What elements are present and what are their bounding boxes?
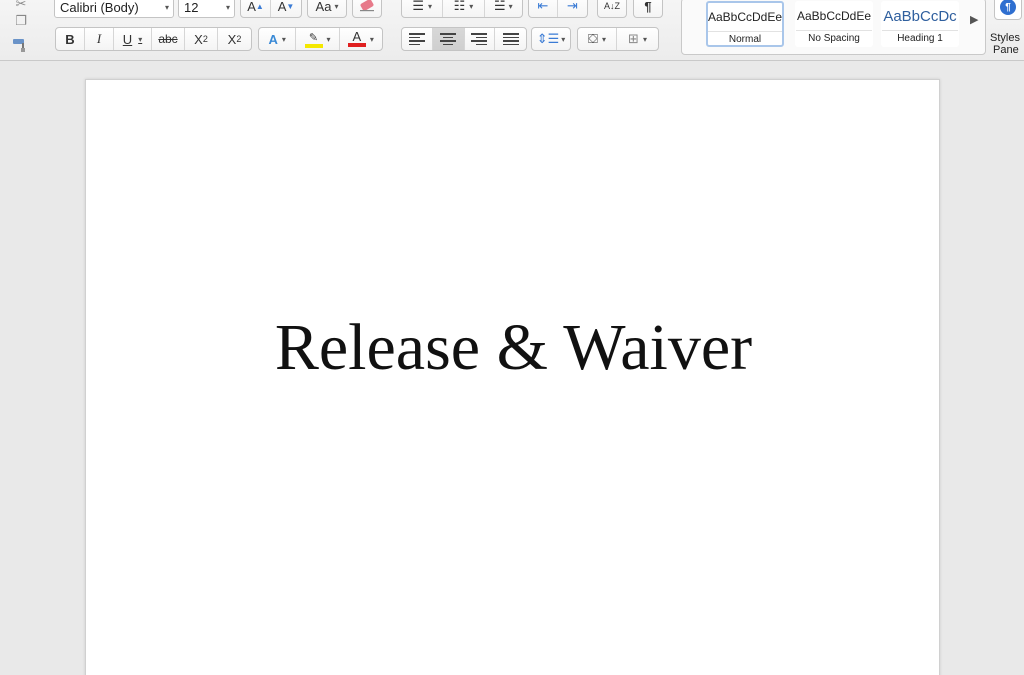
style-no-spacing[interactable]: AaBbCcDdEe No Spacing [795,1,873,47]
highlight-button[interactable]: ✎ ▾ [296,28,340,50]
line-spacing-button[interactable]: ⇕☰ ▾ [531,27,571,51]
increase-indent-button[interactable]: ⇥ [558,0,587,17]
font-size-dropdown[interactable]: 12 ▾ [178,0,235,18]
alignment-buttons [401,27,527,51]
align-right-icon [471,33,488,45]
highlighter-icon: ✎ [304,31,323,48]
subscript-button[interactable]: X2 [185,28,218,50]
shading-button[interactable]: ⛋ ▾ [578,28,618,50]
numbered-list-icon: ☷ [453,0,466,13]
style-preview: AaBbCcDdEe [796,9,872,23]
font-name-dropdown[interactable]: Calibri (Body) ▾ [54,0,174,18]
styles-pane-button[interactable]: ¶ [994,0,1022,20]
style-name: No Spacing [796,30,872,44]
style-preview: AaBbCcDdEe [708,10,782,24]
gallery-next-arrow-icon[interactable]: ▶ [970,13,978,26]
style-preview: AaBbCcDc [883,7,957,25]
ribbon-toolbar: ✂ ❐ Calibri (Body) ▾ 12 ▾ A ▲ A ▼ Aa ▾ B I … [0,0,1024,61]
font-color-buttons: A ▾ ✎ ▾ A ▾ [258,27,383,51]
style-heading-1[interactable]: AaBbCcDc Heading 1 [881,1,959,47]
justify-button[interactable] [495,28,526,50]
shrink-font-button[interactable]: A ▼ [271,0,301,17]
underline-button[interactable]: U ▾ [114,28,152,50]
decrease-indent-button[interactable]: ⇤ [529,0,559,17]
bullets-button[interactable]: ☰ ▾ [402,0,444,17]
align-right-button[interactable] [465,28,496,50]
document-page[interactable]: Release & Waiver [85,79,940,675]
styles-pane-label-line2: Pane [993,44,1019,56]
copy-icon[interactable]: ❐ [10,13,32,29]
subscript-mark: 2 [202,34,208,44]
document-title[interactable]: Release & Waiver [86,310,941,386]
chevron-down-icon: ▾ [225,2,230,12]
grow-font-button[interactable]: A ▲ [241,0,271,17]
list-buttons: ☰ ▾ ☷ ▾ ☱ ▾ [401,0,523,18]
align-left-icon [408,33,425,45]
show-formatting-button[interactable]: ¶ [633,0,663,18]
borders-button[interactable]: ⊞ ▾ [617,28,658,50]
multilevel-list-icon: ☱ [493,0,506,13]
font-style-buttons: B I U ▾ abc X2 X2 [55,27,252,51]
shading-border-buttons: ⛋ ▾ ⊞ ▾ [577,27,659,51]
strikethrough-button[interactable]: abc [152,28,185,50]
increase-indent-icon: ⇥ [567,0,578,13]
eraser-icon [360,0,374,12]
decrease-indent-icon: ⇤ [537,0,549,13]
cut-icon[interactable]: ✂ [10,0,32,12]
styles-gallery: AaBbCcDdEe Normal AaBbCcDdEe No Spacing … [681,0,986,55]
change-case-button[interactable]: Aa ▾ [307,0,347,18]
font-color-letter: A [352,29,362,44]
bold-button[interactable]: B [56,28,85,50]
superscript-icon: X [227,31,237,47]
style-name: Heading 1 [882,30,958,44]
grow-font-icon: A [247,0,256,14]
line-spacing-icon: ⇕☰ [536,31,560,46]
text-effects-icon: A [268,31,278,47]
align-center-icon [440,33,457,45]
styles-pane-icon: ¶ [1000,0,1016,15]
text-effects-button[interactable]: A ▾ [259,28,297,50]
superscript-mark: 2 [236,34,242,44]
sort-icon: A↓Z [603,1,620,11]
format-painter-icon[interactable] [10,37,32,53]
font-color-icon: A [347,29,366,47]
style-normal[interactable]: AaBbCcDdEe Normal [706,1,784,47]
pilcrow-icon: ¶ [644,0,652,14]
indent-buttons: ⇤ ⇥ [528,0,588,18]
subscript-icon: X [194,31,203,47]
style-name: Normal [708,31,782,45]
font-size-value: 12 [184,0,199,15]
underline-icon: U [122,31,133,47]
font-name-value: Calibri (Body) [60,0,139,15]
italic-icon: I [96,31,102,46]
sort-button[interactable]: A↓Z [597,0,627,18]
superscript-button[interactable]: X2 [218,28,251,50]
justify-icon [502,33,519,45]
strikethrough-icon: abc [158,32,178,46]
bullet-list-icon: ☰ [412,0,424,13]
styles-pane-label-line1: Styles [990,32,1020,44]
change-case-icon: Aa [315,0,332,14]
clear-formatting-button[interactable] [352,0,382,18]
numbering-button[interactable]: ☷ ▾ [443,0,485,17]
shrink-font-icon: A [277,0,287,14]
align-left-button[interactable] [402,28,433,50]
multilevel-list-button[interactable]: ☱ ▾ [485,0,522,17]
bold-icon: B [65,31,75,47]
styles-pane-label: Styles Pane [990,32,1024,56]
italic-button[interactable]: I [85,28,114,50]
paint-bucket-icon: ⛋ [588,31,598,46]
align-center-button[interactable] [432,28,465,50]
borders-icon: ⊞ [628,31,639,46]
chevron-down-icon: ▾ [164,2,169,12]
font-size-buttons: A ▲ A ▼ [240,0,302,18]
font-color-button[interactable]: A ▾ [340,28,382,50]
